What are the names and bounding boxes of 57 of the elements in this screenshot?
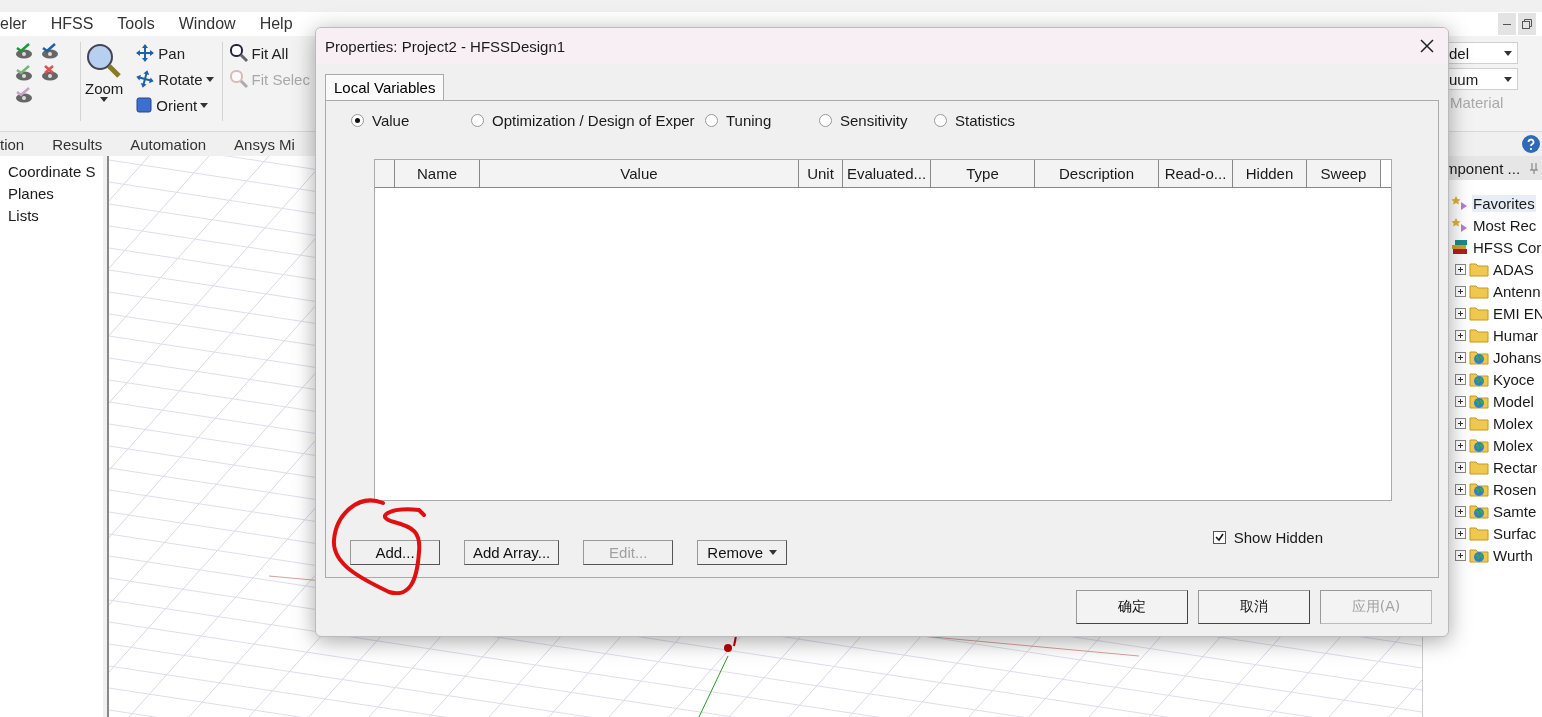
menu-item[interactable]: eler (0, 15, 39, 33)
column-header[interactable]: Hidden (1233, 160, 1307, 187)
tree-item[interactable]: ADAS (1492, 260, 1535, 278)
material-label: Material (1449, 94, 1505, 111)
column-header[interactable]: Description (1035, 160, 1159, 187)
tree-item[interactable]: Humar (1492, 326, 1539, 344)
action-button[interactable]: Remove (697, 540, 788, 565)
tree-item[interactable]: Antenn (1492, 282, 1542, 300)
radio-label: Optimization / Design of Exper (492, 111, 695, 129)
column-header[interactable]: Value (480, 160, 799, 187)
ribbon-tab[interactable]: Results (52, 135, 103, 153)
tree-item[interactable]: Molex (1492, 414, 1534, 432)
fit-button[interactable]: Fit All (228, 42, 310, 64)
tree-item[interactable]: Samte (1492, 502, 1538, 520)
radio-label: Statistics (955, 111, 1015, 129)
view-tool-button[interactable]: Pan (135, 42, 214, 64)
radio-label: Value (372, 111, 410, 129)
tab[interactable]: Local Variables (325, 74, 445, 100)
ribbon-tab[interactable]: Automation (130, 135, 207, 153)
menu-item[interactable]: Tools (105, 15, 167, 33)
menu-item[interactable]: HFSS (38, 15, 106, 33)
column-header[interactable]: Evaluated... (843, 160, 931, 187)
tree-item[interactable]: Most Rec (1472, 216, 1538, 234)
tree-item[interactable]: Molex (1492, 436, 1534, 454)
column-header[interactable]: Sweep (1307, 160, 1381, 187)
tree-item[interactable]: Planes (8, 184, 54, 202)
tree-item[interactable]: Lists (8, 206, 39, 224)
tree-item[interactable]: Kyoce (1492, 370, 1536, 388)
view-tool-button[interactable]: Orient (135, 94, 214, 116)
ribbon-tab[interactable]: Ansys Mi (234, 135, 295, 153)
tree-item[interactable]: Johans (1492, 348, 1542, 366)
tree-item[interactable]: Coordinate S (8, 162, 96, 180)
zoom-label: Zoom (85, 80, 124, 97)
tree-item[interactable]: HFSS Cor (1472, 238, 1542, 256)
tree-item[interactable]: Rectar (1492, 458, 1539, 476)
action-button[interactable]: Add Array... (464, 540, 560, 565)
ribbon-tab[interactable]: tion (0, 135, 25, 153)
tree-item[interactable]: Favorites (1472, 194, 1536, 212)
tree-item[interactable]: Rosen (1492, 480, 1538, 498)
column-header[interactable]: Unit (799, 160, 843, 187)
radio-label: Tuning (726, 111, 772, 129)
dialog-button[interactable]: 确定 (1076, 590, 1188, 624)
tree-item[interactable]: Wurth (1492, 546, 1534, 564)
tree-item[interactable]: Model (1492, 392, 1535, 410)
dialog-title: Properties: Project2 - HFSSDesign1 (325, 37, 566, 55)
action-button[interactable]: Add... (350, 540, 440, 565)
zoom-button[interactable]: Zoom (81, 40, 128, 131)
dialog-button[interactable]: 取消 (1198, 590, 1310, 624)
view-tool-button[interactable]: Rotate (135, 68, 214, 90)
column-header[interactable]: Name (395, 160, 480, 187)
menu-item[interactable]: Help (247, 15, 305, 33)
column-header[interactable]: Type (931, 160, 1035, 187)
column-header[interactable]: Read-o... (1159, 160, 1233, 187)
checkbox-label: Show Hidden (1233, 529, 1323, 546)
radio-label: Sensitivity (840, 111, 908, 129)
tree-item[interactable]: Surfac (1492, 524, 1538, 542)
menu-item[interactable]: Window (166, 15, 248, 33)
